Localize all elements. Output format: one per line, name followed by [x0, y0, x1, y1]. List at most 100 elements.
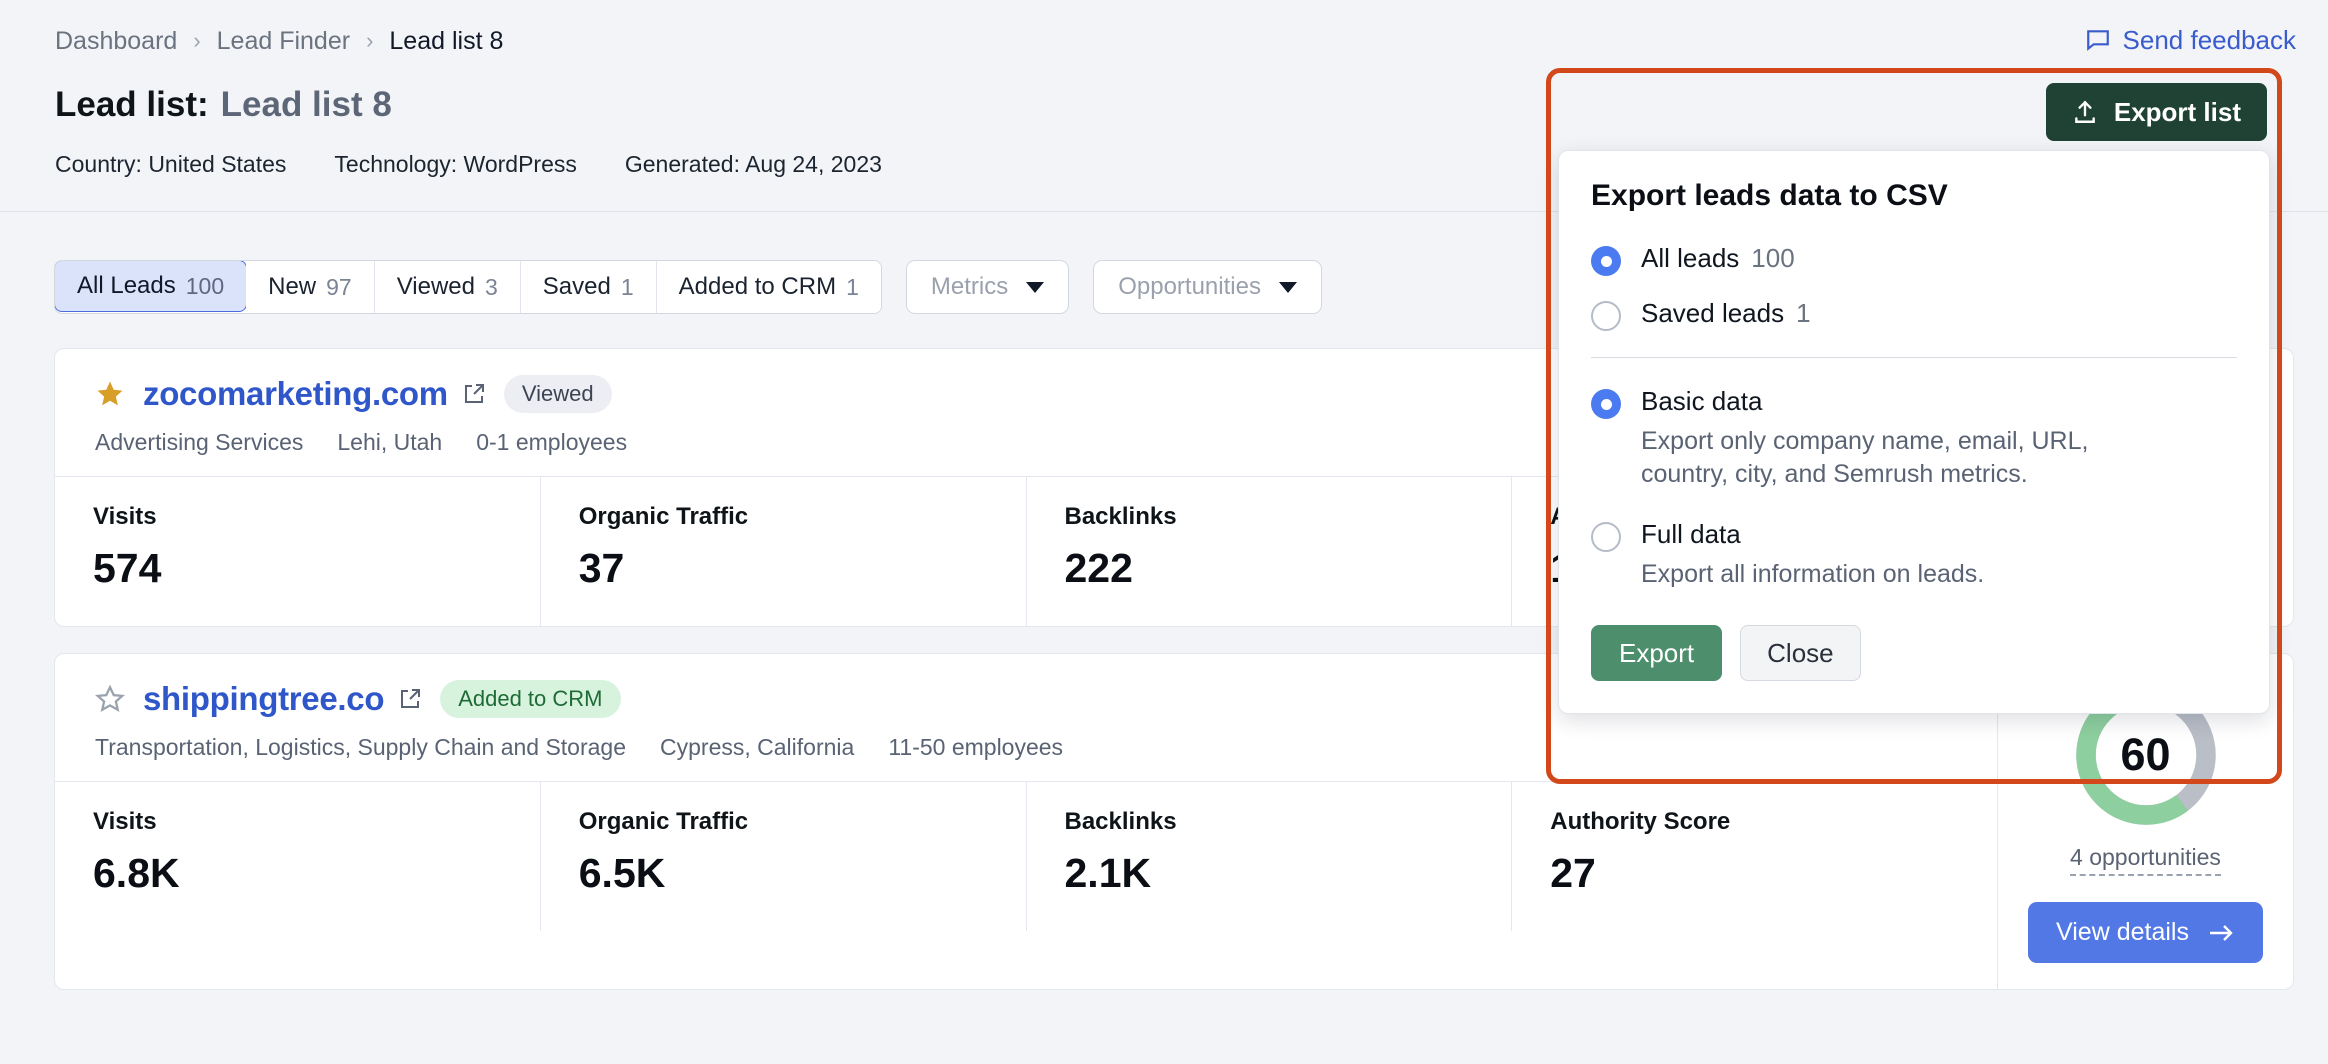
status-badge: Viewed: [504, 375, 612, 413]
scope-all-leads-label: All leads: [1641, 243, 1739, 274]
tab-viewed[interactable]: Viewed 3: [375, 261, 521, 313]
view-details-button[interactable]: View details: [2028, 902, 2263, 963]
lead-location: Lehi, Utah: [337, 429, 442, 456]
tab-new-count: 97: [326, 274, 352, 301]
tab-added-to-crm-count: 1: [846, 274, 859, 301]
metric-value: 574: [93, 545, 502, 592]
external-link-icon[interactable]: [466, 382, 486, 406]
tab-saved[interactable]: Saved 1: [521, 261, 657, 313]
tab-all-leads-count: 100: [186, 273, 224, 300]
tab-saved-label: Saved: [543, 273, 611, 301]
breadcrumb: Dashboard › Lead Finder › Lead list 8: [55, 26, 503, 56]
tab-new-label: New: [268, 273, 316, 301]
page-title: Lead list: Lead list 8: [55, 83, 392, 127]
star-filled-icon[interactable]: [95, 379, 125, 409]
radio-all-leads[interactable]: [1591, 246, 1621, 276]
basic-data-label: Basic data: [1641, 386, 1762, 417]
tab-new[interactable]: New 97: [246, 261, 375, 313]
lead-domain-link[interactable]: zocomarketing.com: [143, 375, 448, 413]
basic-data-description: Export only company name, email, URL, co…: [1641, 425, 2161, 491]
metric-organic-traffic: Organic Traffic 37: [541, 477, 1027, 626]
export-list-label: Export list: [2114, 97, 2241, 128]
tab-all-leads-label: All Leads: [77, 272, 176, 300]
tab-added-to-crm[interactable]: Added to CRM 1: [657, 261, 881, 313]
export-leads-modal: Export leads data to CSV All leads 100 S…: [1558, 150, 2270, 714]
radio-full-data[interactable]: [1591, 522, 1621, 552]
metric-label: Visits: [93, 808, 502, 836]
lead-finder-page: Dashboard › Lead Finder › Lead list 8 Se…: [0, 0, 2328, 1064]
data-option-basic-row[interactable]: Basic data: [1591, 386, 2237, 419]
opportunities-dropdown-label: Opportunities: [1118, 273, 1261, 301]
metric-label: Organic Traffic: [579, 503, 988, 531]
meta-country: Country: United States: [55, 149, 286, 179]
metrics-dropdown[interactable]: Metrics: [906, 260, 1069, 314]
breadcrumb-item-dashboard[interactable]: Dashboard: [55, 26, 177, 56]
upload-icon: [2072, 99, 2098, 125]
page-title-value: Lead list 8: [221, 83, 392, 127]
breadcrumb-item-current: Lead list 8: [389, 26, 503, 56]
scope-option-saved-leads[interactable]: Saved leads 1: [1591, 298, 2237, 331]
tab-saved-count: 1: [621, 274, 634, 301]
data-option-full[interactable]: Full data Export all information on lead…: [1591, 519, 2237, 591]
meta-technology: Technology: WordPress: [334, 149, 576, 179]
modal-divider: [1591, 357, 2237, 358]
arrow-right-icon: [2207, 923, 2235, 943]
breadcrumb-separator-icon: ›: [193, 26, 200, 56]
close-button[interactable]: Close: [1740, 625, 1860, 681]
metric-label: Organic Traffic: [579, 808, 988, 836]
status-badge: Added to CRM: [440, 680, 620, 718]
metric-visits: Visits 574: [55, 477, 541, 626]
export-button[interactable]: Export: [1591, 625, 1722, 681]
scope-option-all-leads[interactable]: All leads 100: [1591, 243, 2237, 276]
tab-all-leads[interactable]: All Leads 100: [54, 260, 247, 312]
lead-domain-link[interactable]: shippingtree.co: [143, 680, 384, 718]
comment-icon: [2085, 27, 2111, 53]
full-data-label: Full data: [1641, 519, 1741, 550]
view-details-label: View details: [2056, 918, 2189, 947]
send-feedback-link[interactable]: Send feedback: [2085, 24, 2296, 56]
export-list-button[interactable]: Export list: [2046, 83, 2267, 141]
metric-label: Backlinks: [1065, 808, 1474, 836]
page-title-label: Lead list:: [55, 83, 209, 127]
breadcrumb-item-lead-finder[interactable]: Lead Finder: [217, 26, 350, 56]
filter-toolbar: All Leads 100 New 97 Viewed 3 Saved 1 Ad…: [54, 260, 1322, 314]
metric-value: 37: [579, 545, 988, 592]
export-modal-title: Export leads data to CSV: [1591, 179, 2237, 213]
lead-employees: 0-1 employees: [476, 429, 627, 456]
radio-saved-leads[interactable]: [1591, 301, 1621, 331]
star-outline-icon[interactable]: [95, 684, 125, 714]
metrics-dropdown-label: Metrics: [931, 273, 1008, 301]
lead-industry: Transportation, Logistics, Supply Chain …: [95, 734, 626, 761]
tab-viewed-label: Viewed: [397, 273, 475, 301]
data-option-basic[interactable]: Basic data Export only company name, ema…: [1591, 386, 2237, 491]
metric-value: 2.1K: [1065, 850, 1474, 897]
metric-value: 27: [1550, 850, 1959, 897]
meta-generated: Generated: Aug 24, 2023: [625, 149, 882, 179]
chevron-down-icon: [1279, 282, 1297, 293]
metric-organic-traffic: Organic Traffic 6.5K: [541, 782, 1027, 931]
data-option-full-row[interactable]: Full data: [1591, 519, 2237, 552]
metric-value: 6.8K: [93, 850, 502, 897]
metric-visits: Visits 6.8K: [55, 782, 541, 931]
lead-status-tabs: All Leads 100 New 97 Viewed 3 Saved 1 Ad…: [54, 260, 882, 314]
radio-basic-data[interactable]: [1591, 389, 1621, 419]
chevron-down-icon: [1026, 282, 1044, 293]
breadcrumb-separator-icon: ›: [366, 26, 373, 56]
lead-list-meta: Country: United States Technology: WordP…: [55, 149, 882, 179]
metric-label: Visits: [93, 503, 502, 531]
external-link-icon[interactable]: [402, 687, 422, 711]
scope-saved-leads-label: Saved leads: [1641, 298, 1784, 329]
metric-label: Authority Score: [1550, 808, 1959, 836]
lead-industry: Advertising Services: [95, 429, 303, 456]
opportunities-count[interactable]: 4 opportunities: [2070, 844, 2221, 876]
modal-actions: Export Close: [1591, 625, 2237, 681]
lead-employees: 11-50 employees: [888, 734, 1063, 761]
metric-value: 6.5K: [579, 850, 988, 897]
full-data-description: Export all information on leads.: [1641, 558, 2161, 591]
lead-subinfo: Transportation, Logistics, Supply Chain …: [95, 734, 1957, 761]
metric-authority-score: Authority Score 27: [1512, 782, 1997, 931]
tab-viewed-count: 3: [485, 274, 498, 301]
tab-added-to-crm-label: Added to CRM: [679, 273, 836, 301]
metric-label: Backlinks: [1065, 503, 1474, 531]
opportunities-dropdown[interactable]: Opportunities: [1093, 260, 1322, 314]
